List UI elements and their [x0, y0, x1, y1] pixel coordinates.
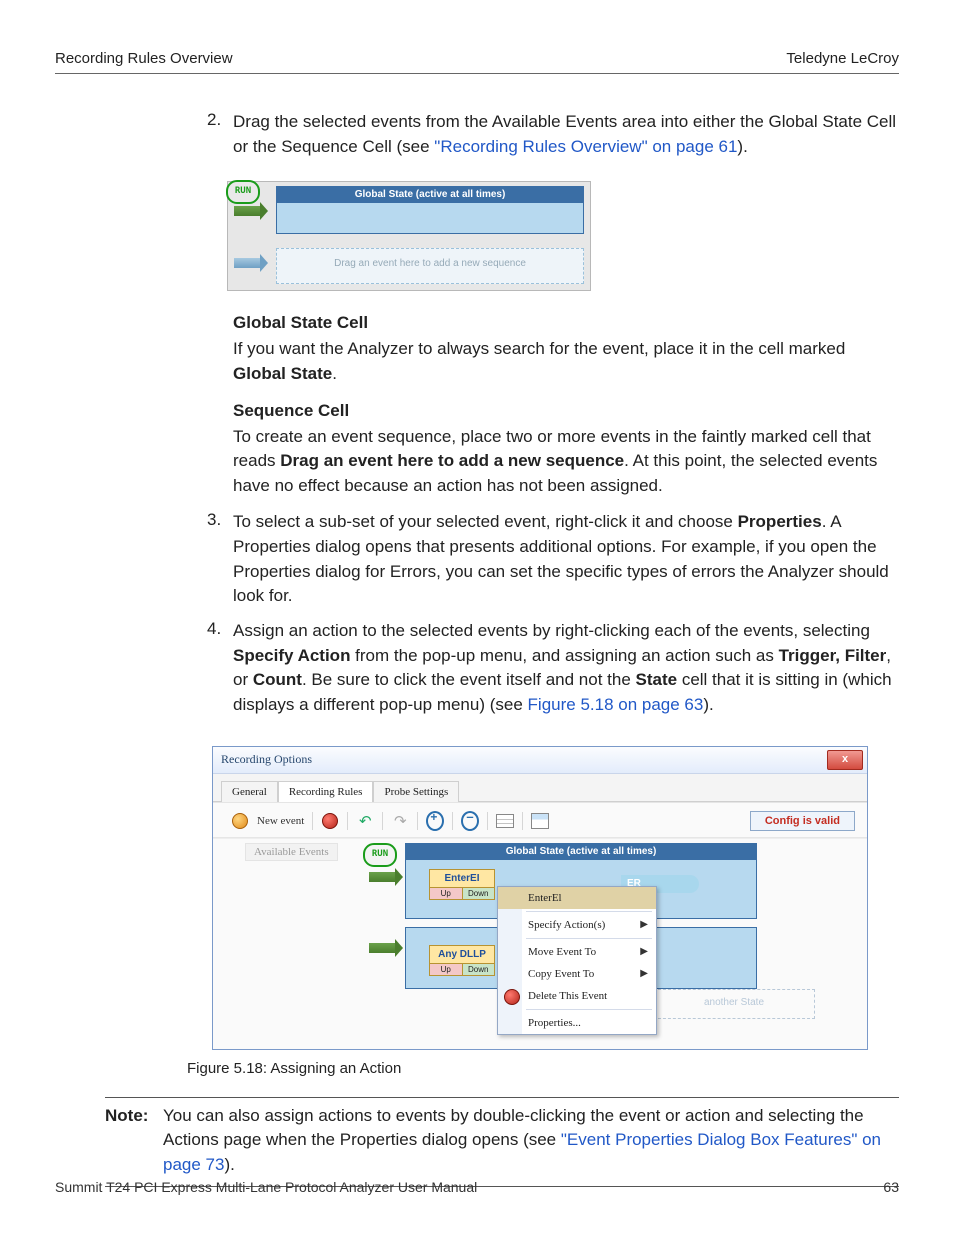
link-recording-rules-overview[interactable]: "Recording Rules Overview" on page 61	[434, 137, 737, 156]
close-button[interactable]: x	[827, 750, 863, 770]
step-4-e: . Be sure to click the event itself and …	[302, 670, 636, 689]
submenu-arrow-icon: ▶	[640, 919, 648, 930]
menu-separator	[526, 1009, 652, 1010]
menu-delete-label: Delete This Event	[528, 990, 607, 1002]
event-up[interactable]: Up	[430, 963, 463, 975]
menu-specify-label: Specify Action(s)	[528, 919, 605, 931]
step-2: 2. Drag the selected events from the Ava…	[207, 110, 899, 159]
page-header: Recording Rules Overview Teledyne LeCroy	[55, 50, 899, 74]
properties-icon[interactable]	[522, 812, 549, 830]
event-up[interactable]: Up	[430, 887, 463, 899]
note-label: Note:	[105, 1104, 163, 1178]
recording-options-dialog: Recording Options x General Recording Ru…	[212, 746, 868, 1050]
heading-sequence-cell: Sequence Cell	[233, 401, 899, 421]
event-enterel[interactable]: EnterEI UpDown	[429, 869, 495, 900]
submenu-arrow-icon: ▶	[640, 968, 648, 979]
header-left: Recording Rules Overview	[55, 50, 233, 67]
seq-para-bold: Drag an event here to add a new sequence	[280, 451, 624, 470]
menu-item-delete-event[interactable]: Delete This Event	[498, 985, 656, 1007]
heading-global-state-cell: Global State Cell	[233, 313, 899, 333]
arrow-right-icon	[234, 206, 260, 216]
step-4-trigger-filter: Trigger, Filter	[779, 646, 887, 665]
global-state-cell: Global State (active at all times)	[276, 186, 584, 234]
run-badge-icon: RUN	[226, 180, 260, 204]
menu-properties-label: Properties...	[528, 1017, 581, 1029]
menu-separator	[526, 938, 652, 939]
footer-left: Summit T24 PCI Express Multi-Lane Protoc…	[55, 1179, 477, 1195]
link-figure-5-18[interactable]: Figure 5.18 on page 63	[528, 695, 704, 714]
arrow-right-blue-icon	[234, 258, 260, 268]
zoom-out-icon[interactable]	[452, 812, 479, 830]
step-4-number: 4.	[207, 619, 233, 718]
footer-page-number: 63	[883, 1179, 899, 1195]
figure-caption: Figure 5.18: Assigning an Action	[187, 1060, 899, 1077]
menu-copy-label: Copy Event To	[528, 968, 594, 980]
drag-another-state-hint: another State	[653, 989, 815, 1019]
new-event-label[interactable]: New event	[257, 815, 304, 827]
dialog-toolbar: New event ↶ ↷ Config is valid	[213, 802, 867, 838]
tab-recording-rules[interactable]: Recording Rules	[278, 781, 374, 802]
gs-para-b: .	[332, 364, 337, 383]
step-3-a: To select a sub-set of your selected eve…	[233, 512, 738, 531]
dialog-body: Available Events RUN Global State (activ…	[213, 838, 867, 1049]
delete-icon	[504, 989, 520, 1005]
step-4-specify-action: Specify Action	[233, 646, 350, 665]
global-state-panel-title: Global State (active at all times)	[406, 844, 756, 860]
undo-icon[interactable]: ↶	[347, 812, 374, 830]
step-4-g: ).	[703, 695, 713, 714]
menu-item-properties[interactable]: Properties...	[498, 1012, 656, 1034]
step-4-count: Count	[253, 670, 302, 689]
run-badge-icon: RUN	[363, 843, 397, 867]
menu-item-specify-action[interactable]: Specify Action(s) ▶	[498, 914, 656, 936]
config-valid-badge: Config is valid	[750, 811, 855, 831]
header-right: Teledyne LeCroy	[786, 50, 899, 67]
event-any-dllp[interactable]: Any DLLP UpDown	[429, 945, 495, 976]
step-3: 3. To select a sub-set of your selected …	[207, 510, 899, 609]
menu-move-label: Move Event To	[528, 946, 596, 958]
dialog-tabs: General Recording Rules Probe Settings	[213, 774, 867, 802]
step-4-c: from the pop-up menu, and assigning an a…	[350, 646, 778, 665]
step-3-number: 3.	[207, 510, 233, 609]
note-block: Note: You can also assign actions to eve…	[105, 1098, 899, 1187]
available-events-label: Available Events	[245, 843, 338, 861]
step-2-number: 2.	[207, 110, 233, 159]
menu-separator	[526, 911, 652, 912]
event-down[interactable]: Down	[463, 963, 495, 975]
global-state-title: Global State (active at all times)	[277, 187, 583, 203]
step-4-a: Assign an action to the selected events …	[233, 621, 870, 640]
event-enterel-label: EnterEI	[430, 870, 494, 887]
page-footer: Summit T24 PCI Express Multi-Lane Protoc…	[55, 1179, 899, 1195]
menu-item-move-event[interactable]: Move Event To ▶	[498, 941, 656, 963]
redo-icon[interactable]: ↷	[382, 812, 409, 830]
figure-recording-options-dialog: Recording Options x General Recording Ru…	[212, 746, 899, 1050]
gs-para-bold: Global State	[233, 364, 332, 383]
step-2-text-b: ).	[737, 137, 747, 156]
step-4-state: State	[636, 670, 678, 689]
dialog-title: Recording Options	[221, 752, 312, 767]
arrow-right-icon	[369, 872, 395, 882]
menu-item-enterel-header: EnterEl	[498, 887, 656, 909]
gs-para-a: If you want the Analyzer to always searc…	[233, 339, 845, 358]
menu-enterel-label: EnterEl	[528, 892, 562, 904]
delete-icon[interactable]	[312, 812, 339, 830]
step-4: 4. Assign an action to the selected even…	[207, 619, 899, 718]
table-view-icon[interactable]	[487, 812, 514, 830]
new-event-icon[interactable]	[231, 812, 249, 830]
tab-probe-settings[interactable]: Probe Settings	[373, 781, 459, 802]
step-3-properties: Properties	[738, 512, 822, 531]
event-context-menu: EnterEl Specify Action(s) ▶ Move Event To…	[497, 886, 657, 1035]
drag-sequence-hint: Drag an event here to add a new sequence	[276, 248, 584, 284]
figure-global-state-cell: RUN Global State (active at all times) D…	[227, 181, 899, 291]
arrow-right-icon	[369, 943, 395, 953]
menu-item-copy-event[interactable]: Copy Event To ▶	[498, 963, 656, 985]
event-down[interactable]: Down	[463, 887, 495, 899]
note-b: ).	[224, 1155, 234, 1174]
tab-general[interactable]: General	[221, 781, 278, 802]
submenu-arrow-icon: ▶	[640, 946, 648, 957]
dialog-titlebar: Recording Options x	[213, 747, 867, 774]
zoom-in-icon[interactable]	[417, 812, 444, 830]
event-any-dllp-label: Any DLLP	[430, 946, 494, 963]
main-content: 2. Drag the selected events from the Ava…	[207, 110, 899, 1077]
